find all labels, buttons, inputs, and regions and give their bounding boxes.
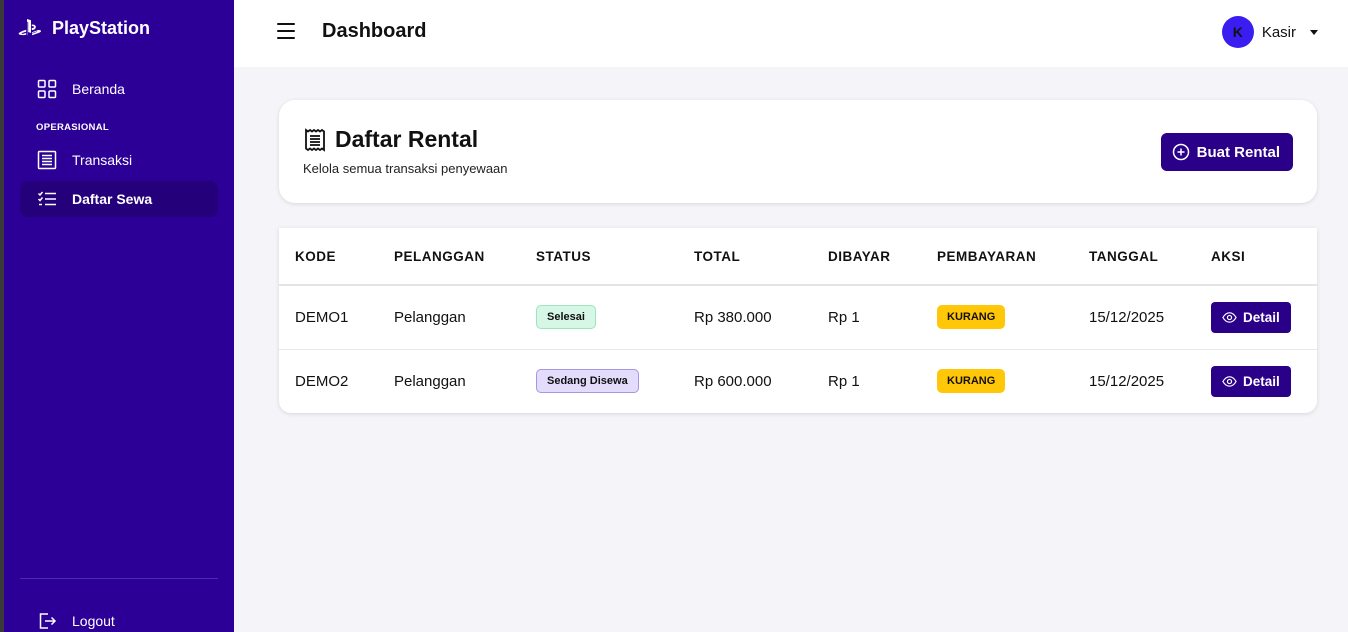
column-header: KODE xyxy=(279,228,394,286)
cell-total: Rp 380.000 xyxy=(694,285,828,350)
avatar: K xyxy=(1221,16,1254,48)
receipt-icon xyxy=(37,150,57,170)
column-header: TOTAL xyxy=(694,228,828,286)
sidebar-divider xyxy=(20,578,218,579)
column-header: PEMBAYARAN xyxy=(937,228,1089,286)
column-header: AKSI xyxy=(1211,228,1317,286)
sidebar-item-beranda[interactable]: Beranda xyxy=(20,71,218,107)
column-header: DIBAYAR xyxy=(828,228,937,286)
receipt-icon xyxy=(305,127,325,152)
caret-down-icon xyxy=(1310,29,1318,35)
table-row: DEMO1 Pelanggan Selesai Rp 380.000 Rp 1 … xyxy=(279,285,1317,350)
rental-header-card: Daftar Rental Kelola semua transaksi pen… xyxy=(279,100,1317,203)
rental-table-card: KODE PELANGGAN STATUS TOTAL DIBAYAR PEMB… xyxy=(279,228,1317,413)
cell-kode: DEMO1 xyxy=(279,285,394,350)
payment-badge: KURANG xyxy=(937,369,1006,394)
user-name: Kasir xyxy=(1261,23,1296,41)
nav-section-label: OPERASIONAL xyxy=(36,122,109,133)
grid-icon xyxy=(37,79,57,99)
eye-icon xyxy=(1222,311,1237,323)
brand-name: PlayStation xyxy=(52,17,151,38)
logout-label: Logout xyxy=(72,613,115,629)
cell-tanggal: 15/12/2025 xyxy=(1089,285,1211,350)
logout-icon xyxy=(39,613,57,629)
cell-kode: DEMO2 xyxy=(295,372,349,390)
brand[interactable]: PlayStation xyxy=(18,14,150,42)
logout-button[interactable]: Logout xyxy=(20,603,218,632)
card-title-text: Daftar Rental xyxy=(335,126,479,152)
sidebar-item-label: Beranda xyxy=(72,81,125,97)
cell-dibayar: Rp 1 xyxy=(828,372,860,390)
create-rental-button[interactable]: Buat Rental xyxy=(1160,133,1293,171)
column-header: PELANGGAN xyxy=(394,228,536,286)
sidebar-item-transaksi[interactable]: Transaksi xyxy=(20,142,218,178)
cell-tanggal: 15/12/2025 xyxy=(1089,372,1165,390)
sidebar-item-label: Daftar Sewa xyxy=(72,191,153,207)
sidebar-item-label: Transaksi xyxy=(72,152,133,168)
sidebar-item-daftar-sewa[interactable]: Daftar Sewa xyxy=(20,181,218,217)
menu-toggle-icon[interactable] xyxy=(277,23,295,41)
status-badge: Selesai xyxy=(536,305,596,330)
user-menu[interactable]: K Kasir xyxy=(1221,16,1318,48)
payment-badge: KURANG xyxy=(937,305,1006,330)
card-subtitle: Kelola semua transaksi penyewaan xyxy=(303,161,508,176)
detail-label: Detail xyxy=(1243,373,1280,389)
plus-circle-icon xyxy=(1172,143,1189,161)
detail-button[interactable]: Detail xyxy=(1211,301,1291,333)
sidebar: PlayStation Beranda OPERASIONAL Transaks… xyxy=(0,0,234,632)
cell-pelanggan: Pelanggan xyxy=(394,285,536,350)
eye-icon xyxy=(1222,375,1237,387)
detail-button[interactable]: Detail xyxy=(1211,365,1291,397)
detail-label: Detail xyxy=(1243,309,1280,325)
page-title: Dashboard xyxy=(322,20,427,42)
table-header-row: KODE PELANGGAN STATUS TOTAL DIBAYAR PEMB… xyxy=(279,228,1317,286)
table-row: DEMO2 Pelanggan Sedang Disewa Rp 600.000… xyxy=(279,349,1317,413)
rental-table: KODE PELANGGAN STATUS TOTAL DIBAYAR PEMB… xyxy=(279,228,1317,413)
cell-pelanggan: Pelanggan xyxy=(394,372,466,390)
card-title: Daftar Rental xyxy=(303,126,478,153)
column-header: STATUS xyxy=(536,228,694,286)
list-icon xyxy=(37,191,56,206)
cell-total: Rp 600.000 xyxy=(694,372,772,390)
status-badge: Sedang Disewa xyxy=(536,369,639,394)
playstation-logo-icon xyxy=(18,19,42,36)
create-rental-label: Buat Rental xyxy=(1196,143,1280,161)
cell-dibayar: Rp 1 xyxy=(828,285,937,350)
column-header: TANGGAL xyxy=(1089,228,1211,286)
topbar: Dashboard K Kasir xyxy=(234,0,1348,67)
